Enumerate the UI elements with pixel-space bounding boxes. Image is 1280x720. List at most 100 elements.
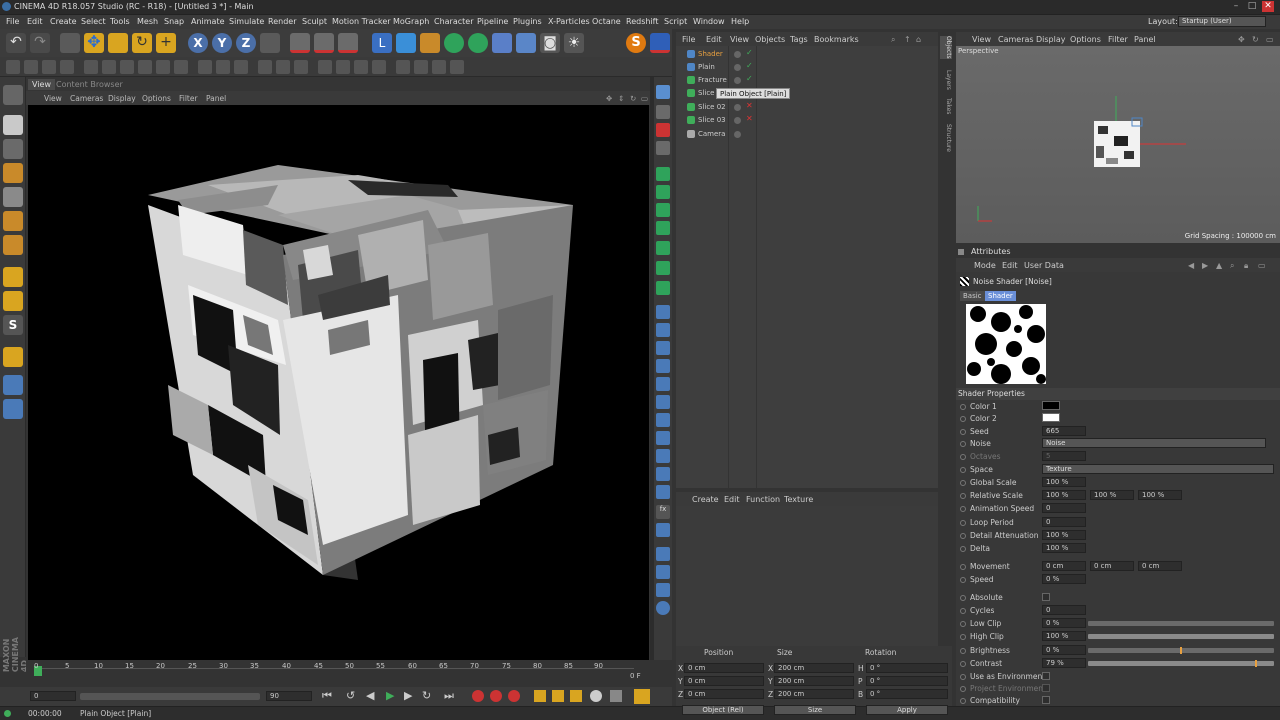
vp-menu-panel[interactable]: Panel <box>206 94 226 103</box>
object-row-plain[interactable]: Plain ✓ <box>676 61 938 74</box>
layout-grid-3-icon[interactable] <box>294 60 308 74</box>
contrast-slider[interactable] <box>1088 661 1274 666</box>
absolute-checkbox[interactable] <box>1042 593 1050 601</box>
tool-6-icon[interactable] <box>656 185 670 199</box>
y-axis-icon[interactable]: Y <box>212 33 232 53</box>
select-icon[interactable] <box>6 60 20 74</box>
prev-key-icon[interactable]: ↺ <box>346 689 355 702</box>
noise-dropdown[interactable]: Noise <box>1042 438 1266 448</box>
tab-shader[interactable]: Shader <box>985 291 1016 301</box>
menu-octane[interactable]: Octane <box>592 17 621 26</box>
tool-21-icon[interactable] <box>656 467 670 481</box>
cycles-field[interactable]: 0 <box>1042 605 1086 615</box>
plugin-s-icon[interactable]: S <box>626 33 646 53</box>
object-name[interactable]: Slice 03 <box>698 116 726 124</box>
anim-dot-icon[interactable] <box>960 429 966 435</box>
anim-dot-icon[interactable] <box>960 404 966 410</box>
object-name[interactable]: Fracture <box>698 76 727 84</box>
timeline-ruler[interactable]: 0 5 10 15 20 25 30 35 40 45 50 55 60 65 … <box>26 660 650 687</box>
autokey-icon[interactable] <box>490 690 502 702</box>
layout-grid-2-icon[interactable] <box>276 60 290 74</box>
next-key-icon[interactable]: ↻ <box>422 689 431 702</box>
menu-character[interactable]: Character <box>434 17 474 26</box>
vp2-rotate-icon[interactable]: ↻ <box>1252 35 1259 44</box>
spline-pen-icon[interactable] <box>420 33 440 53</box>
key-position-icon[interactable] <box>534 690 546 702</box>
tool-11-icon[interactable] <box>656 281 670 295</box>
tool-19-icon[interactable] <box>656 431 670 445</box>
project-environment-checkbox[interactable] <box>1042 684 1050 692</box>
om-menu-bookmarks[interactable]: Bookmarks <box>814 35 859 44</box>
key-scale-icon[interactable] <box>552 690 564 702</box>
layer-dot[interactable] <box>734 131 741 138</box>
size-mode-dropdown[interactable]: Size <box>774 705 856 715</box>
light-icon[interactable]: ☀ <box>564 33 584 53</box>
global-scale-field[interactable]: 100 % <box>1042 477 1086 487</box>
text-tool-icon[interactable] <box>656 241 670 255</box>
coordinate-mode-dropdown[interactable]: Object (Rel) <box>682 705 764 715</box>
vp2-menu-view[interactable]: View <box>972 35 991 44</box>
tool-26-icon[interactable] <box>656 565 670 579</box>
side-tab-objects[interactable]: Objects <box>940 36 952 59</box>
vp2-menu-cameras[interactable]: Cameras <box>998 35 1034 44</box>
texture-mode-icon[interactable] <box>3 139 23 159</box>
tool-a-icon[interactable] <box>396 60 410 74</box>
vp2-maximize-icon[interactable]: ▭ <box>1266 35 1274 44</box>
visibility-cross-icon[interactable]: ✕ <box>746 114 753 123</box>
extrude-icon[interactable] <box>120 60 134 74</box>
vp-move-icon[interactable]: ✥ <box>606 94 612 103</box>
anim-dot-icon[interactable] <box>960 595 966 601</box>
make-editable-icon[interactable] <box>3 85 23 105</box>
object-name[interactable]: Camera <box>698 130 725 138</box>
vp-maximize-icon[interactable]: ▭ <box>641 94 648 103</box>
model-mode-icon[interactable] <box>3 115 23 135</box>
delta-field[interactable]: 100 % <box>1042 543 1086 553</box>
anim-dot-icon[interactable] <box>960 674 966 680</box>
high-clip-slider[interactable] <box>1088 634 1274 639</box>
menu-select[interactable]: Select <box>81 17 106 26</box>
menu-snap[interactable]: Snap <box>164 17 184 26</box>
low-clip-field[interactable]: 0 % <box>1042 618 1086 628</box>
menu-help[interactable]: Help <box>731 17 749 26</box>
scale-tool-icon[interactable] <box>108 33 128 53</box>
menu-tools[interactable]: Tools <box>110 17 130 26</box>
om-menu-edit[interactable]: Edit <box>706 35 722 44</box>
tool-3-icon[interactable] <box>656 123 670 137</box>
live-selection-icon[interactable] <box>60 33 80 53</box>
mat-menu-function[interactable]: Function <box>746 495 780 504</box>
object-row-slice-03[interactable]: Slice 03 ✕ <box>676 114 938 127</box>
object-name[interactable]: Plain <box>698 63 715 71</box>
timeline-window-icon[interactable] <box>634 689 650 704</box>
relative-scale-z-field[interactable]: 100 % <box>1138 490 1182 500</box>
menu-x-particles[interactable]: X-Particles <box>548 17 590 26</box>
panel-grip-icon[interactable] <box>958 249 964 255</box>
matrix-2-icon[interactable] <box>336 60 350 74</box>
rot-h-field[interactable]: 0 ° <box>866 663 948 673</box>
tool-4-icon[interactable] <box>656 141 670 155</box>
seed-field[interactable]: 665 <box>1042 426 1086 436</box>
om-menu-file[interactable]: File <box>682 35 695 44</box>
cube-icon[interactable] <box>396 33 416 53</box>
layer-dot[interactable] <box>734 51 741 58</box>
key-pla-icon[interactable] <box>610 690 622 702</box>
go-to-start-icon[interactable]: ⏮ <box>322 689 332 703</box>
frame-range-slider[interactable] <box>80 693 260 700</box>
tool-2-icon[interactable] <box>656 105 670 119</box>
x-axis-icon[interactable]: X <box>188 33 208 53</box>
record-icon[interactable] <box>472 690 484 702</box>
color2-swatch[interactable] <box>1042 413 1060 422</box>
new-window-icon[interactable]: ▭ <box>1258 261 1266 270</box>
perspective-viewport[interactable]: Perspective Grid Spacing : 100000 cm <box>956 46 1280 243</box>
object-row-fracture[interactable]: Fracture ✓ <box>676 74 938 87</box>
key-param-icon[interactable] <box>590 690 602 702</box>
bevel-icon[interactable] <box>138 60 152 74</box>
side-tab-takes[interactable]: Takes <box>940 98 952 114</box>
solo-icon[interactable] <box>3 399 23 419</box>
rot-p-field[interactable]: 0 ° <box>866 676 948 686</box>
om-home-icon[interactable]: ⌂ <box>916 35 921 44</box>
menu-motion-tracker[interactable]: Motion Tracker <box>332 17 391 26</box>
side-tab-layers[interactable]: Layers <box>940 70 952 90</box>
menu-sculpt[interactable]: Sculpt <box>302 17 327 26</box>
render-settings-icon[interactable] <box>338 33 358 53</box>
tool-18-icon[interactable] <box>656 413 670 427</box>
